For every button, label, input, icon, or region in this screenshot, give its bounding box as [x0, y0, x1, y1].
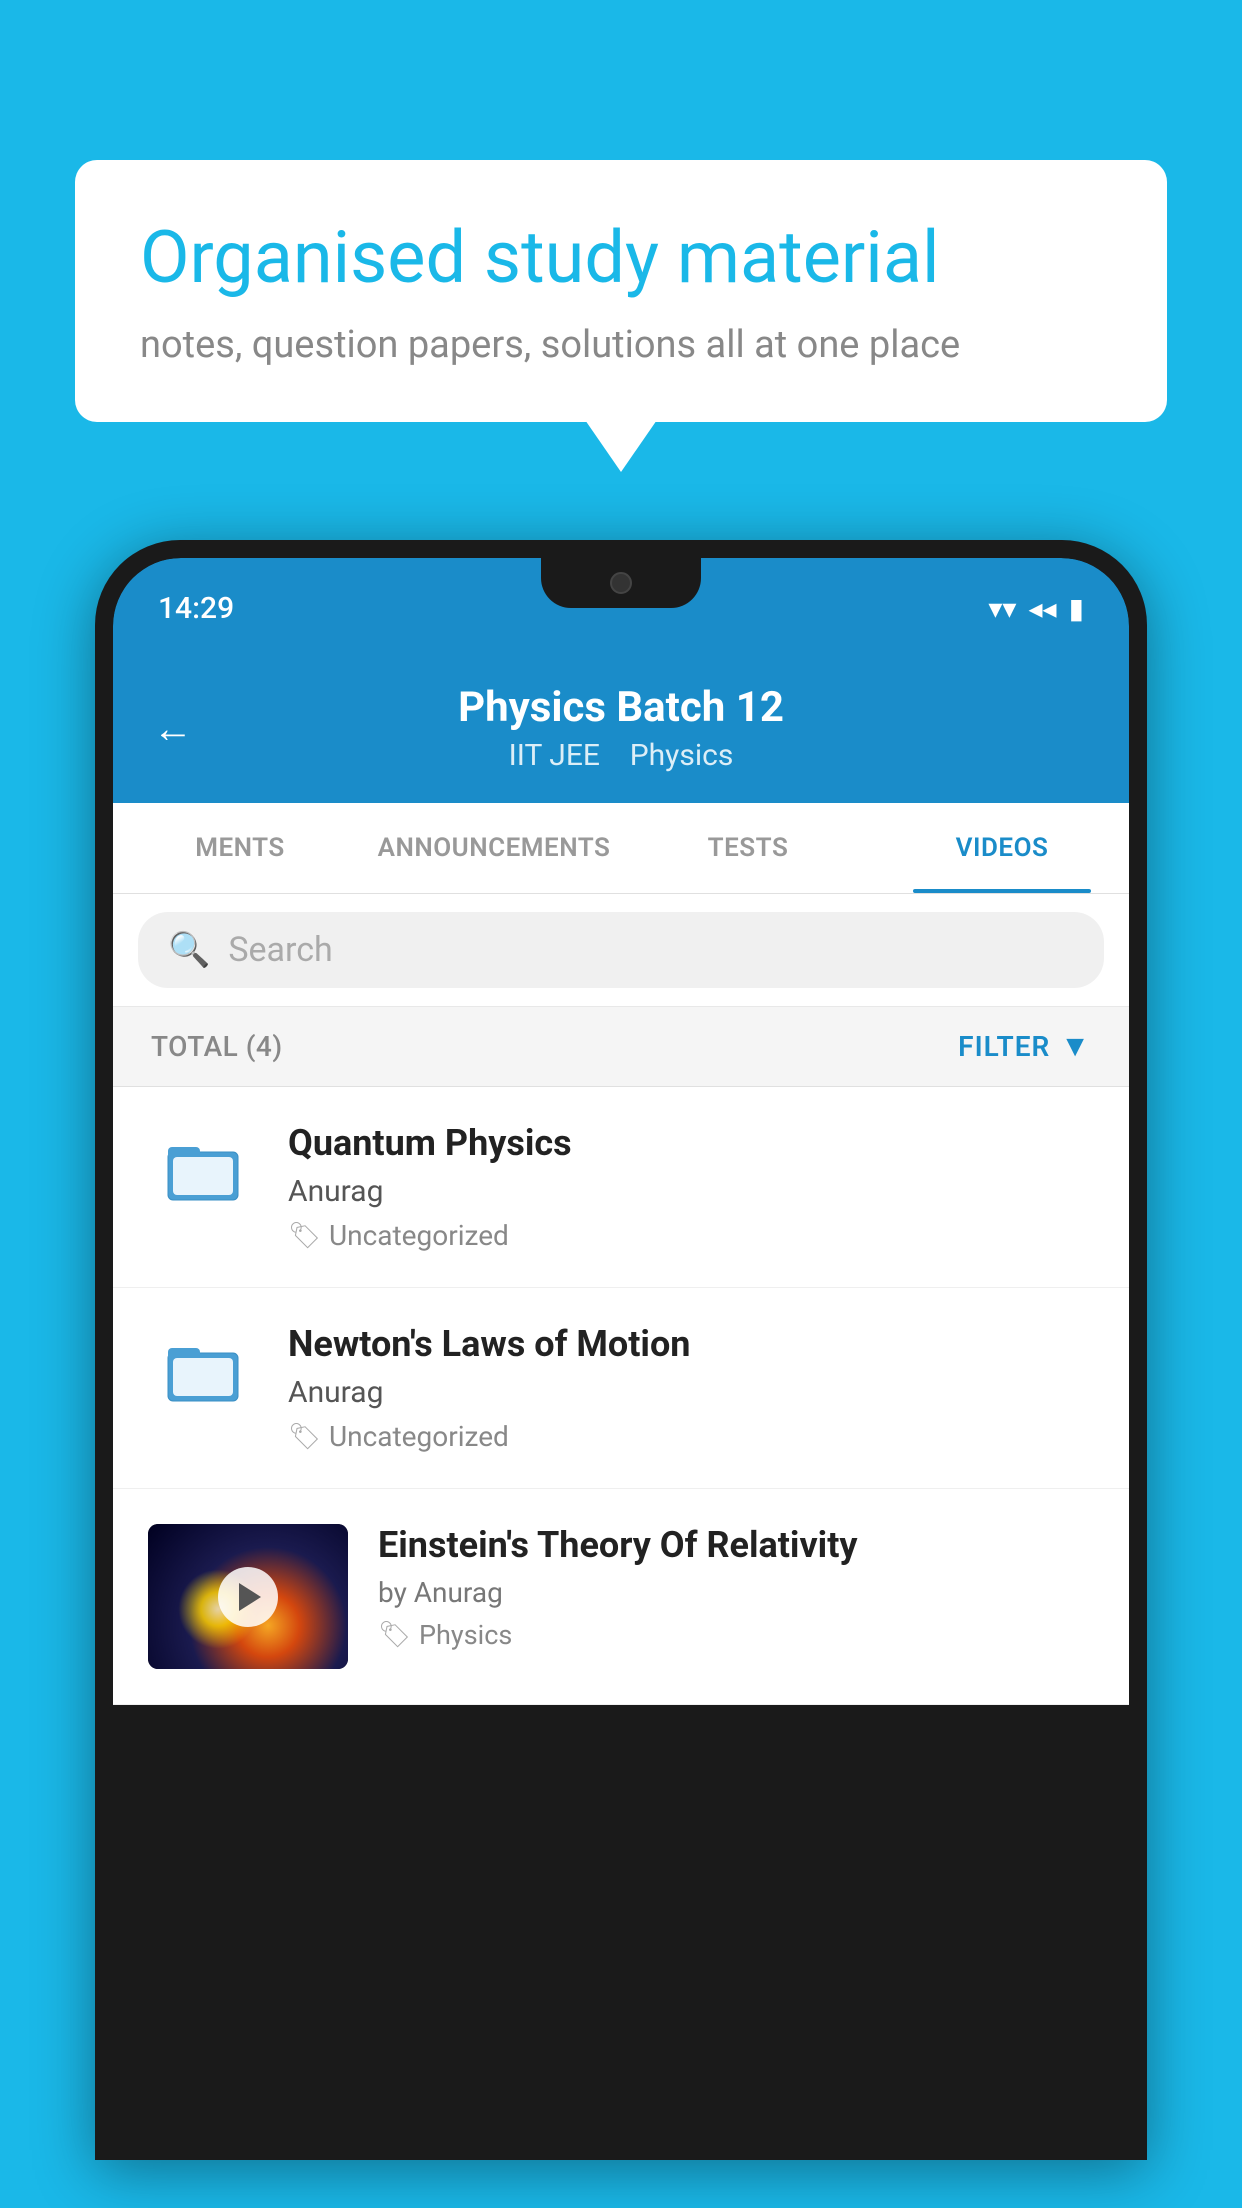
tag-icon: 🏷 [378, 1620, 411, 1650]
status-time: 14:29 [158, 591, 234, 626]
tab-videos[interactable]: VIDEOS [875, 803, 1129, 893]
folder-icon [163, 1328, 243, 1421]
wifi-icon: ▾▾ [988, 592, 1016, 625]
total-count: TOTAL (4) [151, 1030, 283, 1063]
search-container: 🔍 Search [113, 894, 1129, 1007]
video-tag: 🏷 Uncategorized [288, 1219, 1094, 1252]
app-header: ← Physics Batch 12 IIT JEE Physics [113, 658, 1129, 803]
status-bar: 14:29 ▾▾ ◂◂ ▮ [113, 558, 1129, 658]
einstein-author: by Anurag [378, 1576, 1094, 1609]
phone-notch [541, 558, 701, 608]
battery-icon: ▮ [1069, 592, 1084, 625]
video-tag: 🏷 Uncategorized [288, 1420, 1094, 1453]
back-button[interactable]: ← [153, 705, 193, 752]
tag-label: Physics [419, 1619, 512, 1651]
video-icon-wrapper [148, 1127, 258, 1220]
phone-outer: 14:29 ▾▾ ◂◂ ▮ ← Physics Batch 12 IIT JEE [95, 540, 1147, 2160]
list-item[interactable]: Newton's Laws of Motion Anurag 🏷 Uncateg… [113, 1288, 1129, 1489]
tab-tests[interactable]: TESTS [621, 803, 875, 893]
header-subtitle: IIT JEE Physics [509, 738, 734, 773]
video-title: Quantum Physics [288, 1122, 1094, 1164]
signal-icon: ◂◂ [1028, 592, 1056, 625]
tag-label: Uncategorized [329, 1219, 509, 1252]
tag-icon: 🏷 [288, 1422, 321, 1452]
phone-camera [610, 572, 632, 594]
play-triangle-icon [239, 1583, 261, 1611]
tab-ments[interactable]: MENTS [113, 803, 367, 893]
filter-funnel-icon: ▼ [1060, 1029, 1091, 1064]
einstein-info: Einstein's Theory Of Relativity by Anura… [378, 1524, 1094, 1651]
video-icon-wrapper [148, 1328, 258, 1421]
einstein-tag: 🏷 Physics [378, 1619, 1094, 1651]
list-item[interactable]: Einstein's Theory Of Relativity by Anura… [113, 1489, 1129, 1705]
header-title: Physics Batch 12 [458, 683, 784, 732]
header-tag2: Physics [630, 738, 734, 773]
play-button[interactable] [218, 1567, 278, 1627]
speech-bubble-title: Organised study material [140, 215, 1102, 301]
folder-icon [163, 1127, 243, 1220]
speech-bubble: Organised study material notes, question… [75, 160, 1167, 422]
tab-announcements[interactable]: ANNOUNCEMENTS [367, 803, 621, 893]
einstein-title: Einstein's Theory Of Relativity [378, 1524, 1094, 1566]
thumbnail-bg [148, 1524, 348, 1669]
video-title: Newton's Laws of Motion [288, 1323, 1094, 1365]
speech-bubble-subtitle: notes, question papers, solutions all at… [140, 323, 1102, 367]
phone-inner: 14:29 ▾▾ ◂◂ ▮ ← Physics Batch 12 IIT JEE [113, 558, 1129, 2142]
status-icons: ▾▾ ◂◂ ▮ [988, 592, 1084, 625]
video-author: Anurag [288, 1375, 1094, 1410]
filter-bar: TOTAL (4) FILTER ▼ [113, 1007, 1129, 1087]
tabs-container: MENTS ANNOUNCEMENTS TESTS VIDEOS [113, 803, 1129, 894]
video-info: Newton's Laws of Motion Anurag 🏷 Uncateg… [288, 1323, 1094, 1453]
filter-button[interactable]: FILTER ▼ [958, 1029, 1091, 1064]
tag-icon: 🏷 [288, 1221, 321, 1251]
search-placeholder: Search [228, 930, 332, 970]
filter-label: FILTER [958, 1030, 1050, 1063]
thumbnail-wrapper [148, 1524, 348, 1669]
phone-container: 14:29 ▾▾ ◂◂ ▮ ← Physics Batch 12 IIT JEE [95, 540, 1147, 2208]
search-icon: 🔍 [168, 930, 210, 970]
header-tag1: IIT JEE [509, 738, 600, 773]
tag-label: Uncategorized [329, 1420, 509, 1453]
speech-bubble-container: Organised study material notes, question… [75, 160, 1167, 422]
header-text: Physics Batch 12 IIT JEE Physics [458, 683, 784, 773]
video-list: Quantum Physics Anurag 🏷 Uncategorized [113, 1087, 1129, 1705]
video-author: Anurag [288, 1174, 1094, 1209]
list-item[interactable]: Quantum Physics Anurag 🏷 Uncategorized [113, 1087, 1129, 1288]
video-info: Quantum Physics Anurag 🏷 Uncategorized [288, 1122, 1094, 1252]
search-bar[interactable]: 🔍 Search [138, 912, 1104, 988]
